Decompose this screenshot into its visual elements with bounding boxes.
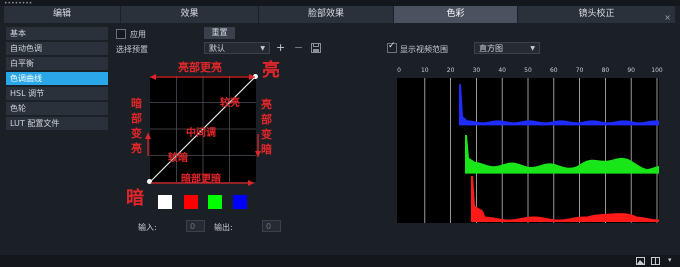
histogram-tick-label: 50 [524, 67, 532, 74]
preset-label: 选择预置 [116, 45, 148, 54]
tab-lens-correction[interactable]: 镜头校正 × [518, 6, 676, 23]
scope-type-select[interactable]: 直方图 ▼ [474, 42, 540, 54]
channel-blue-swatch[interactable] [233, 195, 247, 209]
channel-green-swatch[interactable] [208, 195, 222, 209]
curve-point-bright[interactable] [253, 74, 258, 79]
show-scope-checkbox[interactable] [387, 41, 397, 53]
reset-button[interactable]: 重置 [204, 27, 235, 39]
histogram-red-channel [471, 176, 659, 222]
sidebar-item-basic[interactable]: 基本 [6, 27, 108, 40]
add-preset-icon[interactable]: + [276, 42, 285, 53]
annotation-dark-big: 暗 [126, 188, 144, 209]
curve-point-dark[interactable] [147, 179, 152, 184]
chevron-down-icon: ▼ [530, 45, 535, 52]
histogram-blue-channel [459, 84, 659, 126]
channel-rgb-swatch[interactable] [158, 195, 172, 209]
annotation-darker: 较暗 [168, 153, 188, 164]
tab-edit[interactable]: 编辑 [4, 6, 121, 23]
scope-type-value: 直方图 [479, 44, 503, 53]
annotation-shadows-darker: 暗部更暗 [181, 174, 221, 185]
image-icon[interactable] [636, 257, 645, 265]
show-scope-label: 显示视频范围 [400, 45, 448, 54]
tab-effects[interactable]: 效果 [121, 6, 259, 23]
histogram-tick-label: 30 [472, 67, 481, 74]
chevron-down-icon: ▼ [260, 45, 265, 52]
histogram-tick-label: 100 [651, 67, 663, 74]
tab-face-effects[interactable]: 脸部效果 [259, 6, 394, 23]
annotation-brighter: 较亮 [220, 98, 240, 109]
input-field[interactable]: 0 [186, 220, 205, 232]
sidebar-item-lut[interactable]: LUT 配置文件 [6, 117, 108, 130]
sidebar-item-tone-curve[interactable]: 色调曲线 [6, 72, 108, 85]
save-preset-icon[interactable] [311, 43, 321, 53]
output-label: 输出: [214, 223, 233, 232]
output-field[interactable]: 0 [262, 220, 281, 232]
sidebar-item-color-wheel[interactable]: 色轮 [6, 102, 108, 115]
annotation-shadows-brighter-vertical: 暗部变亮 [131, 97, 142, 155]
histogram-green-channel [465, 135, 659, 174]
histogram-plot [424, 78, 659, 223]
histogram-tick-label: 60 [549, 67, 558, 74]
histogram-tick-label: 80 [601, 67, 610, 74]
histogram-tick-label: 10 [420, 67, 429, 74]
collapse-icon[interactable]: ▾ [668, 256, 672, 264]
tab-lens-correction-label: 镜头校正 [578, 9, 615, 19]
histogram-tick-label: 40 [498, 67, 507, 74]
preset-select-value: 默认 [209, 44, 225, 53]
annotation-bright-big: 亮 [262, 60, 280, 81]
annotation-highlights-darker-vertical: 亮部变暗 [261, 98, 272, 156]
preset-select[interactable]: 默认 ▼ [204, 42, 270, 54]
histogram-tick-label: 70 [575, 67, 584, 74]
tab-bar: 编辑 效果 脸部效果 色彩 镜头校正 × [4, 6, 676, 23]
color-sidebar: 基本 自动色调 白平衡 色调曲线 HSL 调节 色轮 LUT 配置文件 [6, 27, 108, 132]
sidebar-item-auto-tone[interactable]: 自动色调 [6, 42, 108, 55]
annotation-midtones: 中间调 [186, 128, 216, 139]
sidebar-item-white-balance[interactable]: 白平衡 [6, 57, 108, 70]
close-icon[interactable]: × [664, 9, 671, 26]
histogram [397, 78, 659, 223]
sidebar-item-hsl[interactable]: HSL 调节 [6, 87, 108, 100]
compare-view-icon[interactable] [651, 257, 660, 265]
input-label: 输入: [138, 223, 157, 232]
histogram-tick-label: 20 [446, 67, 455, 74]
annotation-highlights-brighter: 亮部更亮 [178, 61, 222, 74]
remove-preset-icon[interactable]: − [294, 42, 303, 53]
bottom-bar: ▾ [0, 255, 680, 267]
histogram-tick-label: 90 [627, 67, 636, 74]
apply-label: 应用 [130, 30, 146, 39]
tab-color[interactable]: 色彩 [394, 6, 518, 23]
apply-checkbox[interactable] [116, 29, 126, 39]
channel-red-swatch[interactable] [184, 195, 198, 209]
histogram-tick-label: 0 [397, 67, 401, 74]
